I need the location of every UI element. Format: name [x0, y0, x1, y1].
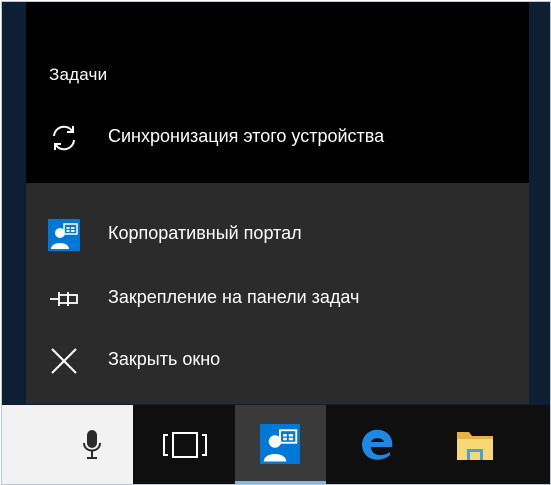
edge-icon	[362, 429, 393, 460]
pin-icon	[50, 292, 78, 306]
desktop-frame: Задачи Синхронизация этого устройства Ко…	[1, 1, 551, 485]
sync-device-label: Синхронизация этого устройства	[108, 126, 385, 146]
file-explorer-icon	[457, 432, 493, 460]
edge-taskbar-button[interactable]	[332, 405, 423, 484]
pin-taskbar-item[interactable]: Закрепление на панели задач	[26, 271, 529, 327]
file-explorer-taskbar-button[interactable]	[427, 405, 518, 484]
sync-icon	[53, 125, 75, 151]
tasks-heading: Задачи	[49, 65, 108, 84]
microphone-icon[interactable]	[81, 429, 103, 463]
company-portal-icon	[260, 424, 300, 464]
company-portal-item[interactable]: Корпоративный портал	[26, 207, 529, 263]
tasks-section: Задачи Синхронизация этого устройства	[26, 2, 529, 183]
company-portal-label: Корпоративный портал	[108, 223, 302, 243]
close-window-item[interactable]: Закрыть окно	[26, 333, 529, 389]
task-view-button[interactable]	[140, 405, 231, 484]
taskbar	[2, 405, 550, 484]
close-window-label: Закрыть окно	[108, 349, 221, 369]
company-portal-icon	[48, 219, 80, 251]
task-view-icon	[163, 432, 207, 458]
company-portal-taskbar-button[interactable]	[235, 405, 326, 484]
sync-device-item[interactable]: Синхронизация этого устройства	[26, 110, 529, 166]
active-indicator	[235, 481, 326, 484]
jump-list: Задачи Синхронизация этого устройства Ко…	[26, 2, 529, 404]
app-section: Корпоративный портал Закрепление на пане…	[26, 183, 529, 404]
pin-taskbar-label: Закрепление на панели задач	[108, 287, 360, 307]
close-icon	[51, 348, 77, 374]
search-box[interactable]	[2, 405, 133, 484]
